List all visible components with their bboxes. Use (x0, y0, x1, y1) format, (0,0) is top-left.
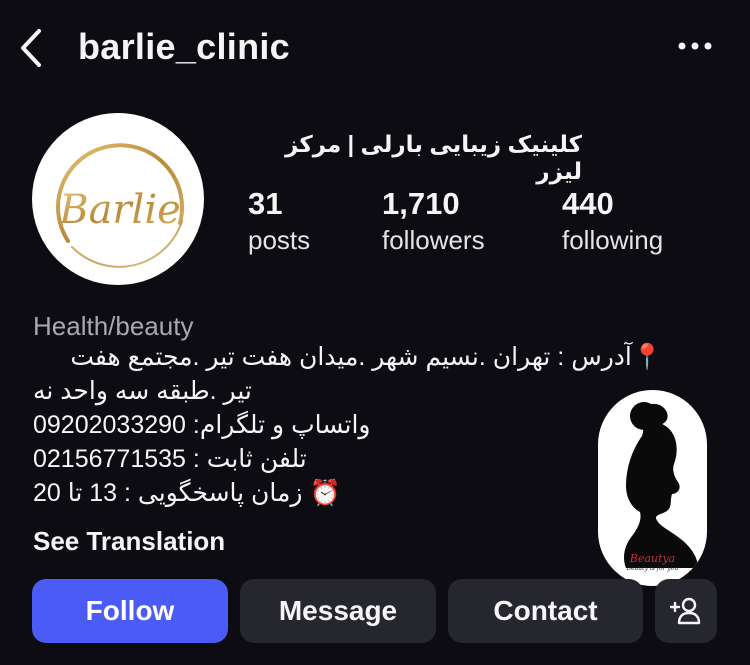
posts-label: posts (248, 225, 311, 255)
back-button[interactable] (14, 26, 48, 70)
see-translation-link[interactable]: See Translation (33, 526, 225, 557)
profile-bio: 📍آدرس : تهران .نسیم شهر .میدان هفت تیر .… (33, 340, 663, 510)
svg-text:Barlie: Barlie (58, 187, 181, 233)
bio-line-phone: تلفن ثابت : 02156771535 (33, 445, 307, 473)
following-label: following (562, 225, 664, 255)
follow-button[interactable]: Follow (32, 579, 228, 643)
followers-value: 1,710 (382, 186, 460, 221)
profile-avatar[interactable]: Barlie (32, 113, 204, 285)
sticker-title: Beautya (629, 552, 676, 565)
followers-count[interactable]: 1,710 followers (382, 186, 485, 258)
sticker-subtitle: Beauty is for you (626, 565, 679, 572)
suggested-people-button[interactable] (655, 579, 717, 643)
chevron-left-icon (21, 29, 41, 67)
following-count[interactable]: 440 following (562, 186, 663, 258)
profile-display-name: کلینیک زیبایی بارلی | مرکز لیزر (285, 131, 582, 184)
posts-count[interactable]: 31 posts (248, 186, 310, 258)
bio-line-hours: ⏰ زمان پاسخگویی : 13 تا 20 (33, 479, 341, 507)
message-button[interactable]: Message (240, 579, 436, 643)
contact-button[interactable]: Contact (448, 579, 643, 643)
profile-header: barlie_clinic (0, 0, 750, 100)
bio-line-address: 📍آدرس : تهران .نسیم شهر .میدان هفت تیر .… (70, 343, 663, 371)
posts-value: 31 (248, 186, 283, 221)
beautya-sticker: Beautya Beauty is for you (598, 390, 707, 586)
following-value: 440 (562, 186, 614, 221)
profile-category: Health/beauty (33, 311, 194, 341)
bio-line-whatsapp: واتساپ و تلگرام: 09202033290 (33, 411, 371, 439)
more-options-button[interactable] (678, 38, 712, 54)
more-horizontal-icon (678, 42, 712, 50)
add-person-icon (670, 597, 701, 625)
bio-line-address-cont: تیر .طبقه سه واحد نه (33, 377, 252, 405)
profile-username: barlie_clinic (78, 26, 291, 67)
followers-label: followers (382, 225, 485, 255)
barlie-logo: Barlie (56, 143, 184, 268)
